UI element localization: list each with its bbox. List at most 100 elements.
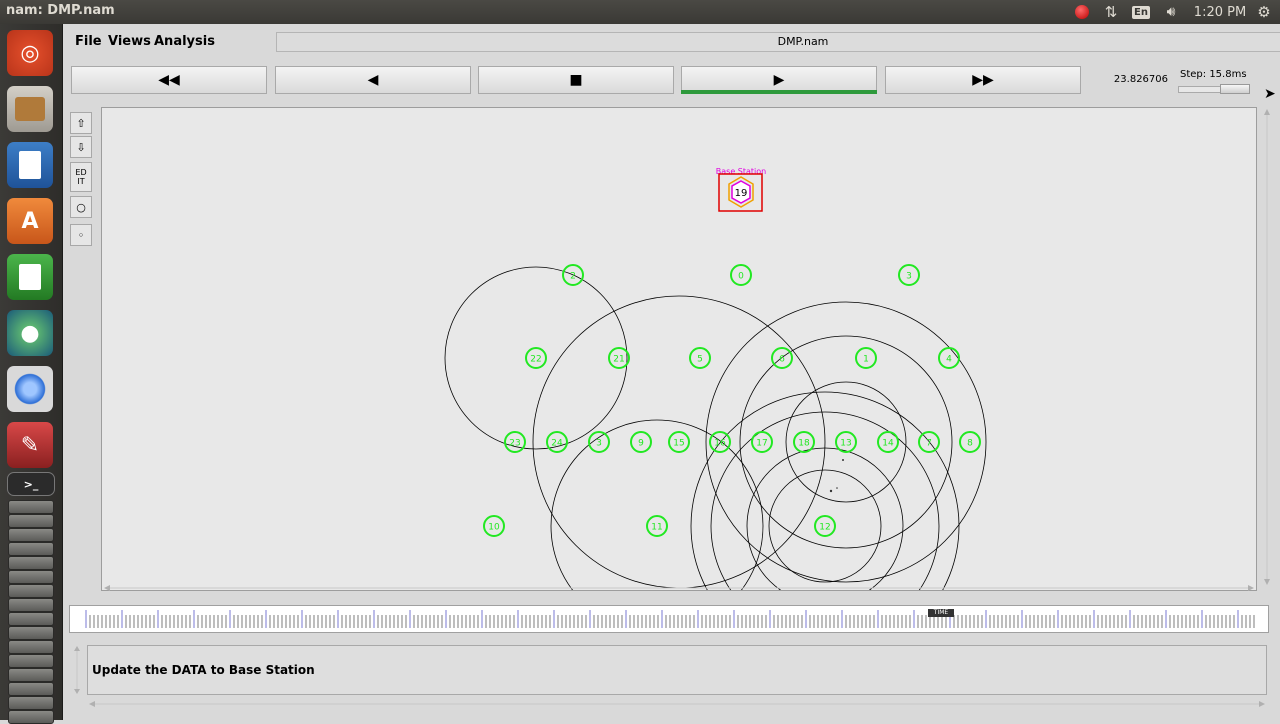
network-node[interactable]: 4 xyxy=(938,347,960,369)
network-node[interactable]: 8 xyxy=(959,431,981,453)
chromium-icon[interactable] xyxy=(7,366,53,412)
network-node[interactable]: 22 xyxy=(525,347,547,369)
clock[interactable]: 1:20 PM xyxy=(1192,0,1248,24)
timeline-marker[interactable]: TIME xyxy=(928,609,954,617)
node-id: 21 xyxy=(613,355,624,365)
network-canvas[interactable]: 2 0 3 22 21 5 6 1 4 23 24 3 9 15 16 17 18 13 14 7 8 10 11 12 Ba… xyxy=(101,107,1257,591)
scroll-left-icon[interactable] xyxy=(89,701,95,707)
node-id: 10 xyxy=(488,523,500,533)
node-id: 0 xyxy=(738,272,744,282)
time-readout: 23.826706 xyxy=(1113,74,1168,85)
annotation-horizontal-scrollbar[interactable] xyxy=(87,699,1267,709)
base-station-node[interactable]: Base Station 19 xyxy=(716,167,766,212)
keyboard-icon[interactable]: En xyxy=(1131,0,1151,24)
network-node[interactable]: 23 xyxy=(504,431,526,453)
ubuntu-dash-icon[interactable]: ◎ xyxy=(7,30,53,76)
launcher-stack-item[interactable] xyxy=(8,654,54,668)
node-id: 17 xyxy=(756,439,767,449)
launcher-stack-item[interactable] xyxy=(8,668,54,682)
scroll-down-icon[interactable] xyxy=(1264,579,1270,585)
launcher-stack-item[interactable] xyxy=(8,612,54,626)
scroll-up-icon[interactable] xyxy=(74,646,80,651)
network-node[interactable]: 16 xyxy=(709,431,731,453)
launcher-stack-item[interactable] xyxy=(8,570,54,584)
network-node[interactable]: 2 xyxy=(562,264,584,286)
network-node[interactable]: 7 xyxy=(918,431,940,453)
terminal-icon[interactable]: >_ xyxy=(7,472,55,496)
network-node[interactable]: 9 xyxy=(630,431,652,453)
top-panel: nam: DMP.nam ⇅ En 🔊︎ 1:20 PM ⚙ xyxy=(0,0,1280,24)
annotation-text[interactable]: Update the DATA to Base Station xyxy=(92,663,315,677)
launcher-stack-item[interactable] xyxy=(8,696,54,710)
small-circle-tool-icon[interactable]: ◦ xyxy=(70,224,92,246)
network-node[interactable]: 0 xyxy=(730,264,752,286)
fast-forward-button[interactable]: ▶▶ xyxy=(885,66,1081,94)
edit-button[interactable]: ED IT xyxy=(70,162,92,192)
step-slider-thumb[interactable] xyxy=(1220,84,1250,94)
scroll-up-icon[interactable] xyxy=(1264,109,1270,115)
launcher-stack-item[interactable] xyxy=(8,528,54,542)
volume-icon[interactable]: 🔊︎ xyxy=(1160,0,1182,24)
transmission-ranges xyxy=(444,266,987,590)
network-node[interactable]: 13 xyxy=(835,431,857,453)
menu-analysis[interactable]: Analysis xyxy=(154,34,215,49)
packet-dot xyxy=(836,487,838,489)
network-node[interactable]: 1 xyxy=(855,347,877,369)
network-node[interactable]: 6 xyxy=(771,347,793,369)
canvas-vertical-scrollbar[interactable] xyxy=(1261,107,1273,587)
network-node[interactable]: 12 xyxy=(814,515,836,537)
menu-file[interactable]: File xyxy=(75,34,102,49)
network-node[interactable]: 14 xyxy=(877,431,899,453)
play-active-indicator xyxy=(681,90,877,94)
launcher-stack-item[interactable] xyxy=(8,542,54,556)
launcher-stack-item[interactable] xyxy=(8,514,54,528)
scroll-down-icon[interactable] xyxy=(74,689,80,694)
launcher-stack-item[interactable] xyxy=(8,640,54,654)
network-node[interactable]: 11 xyxy=(646,515,668,537)
network-node[interactable]: 21 xyxy=(608,347,630,369)
zoom-in-icon[interactable]: ⇧ xyxy=(70,112,92,134)
network-node[interactable]: 10 xyxy=(483,515,505,537)
playback-controls: ◀◀ ◀ ■ ▶ ▶▶ 23.826706 Step: 15.8ms xyxy=(63,58,1280,102)
launcher-stack-item[interactable] xyxy=(8,500,54,514)
zoom-out-icon[interactable]: ⇩ xyxy=(70,136,92,158)
software-center-icon[interactable]: A xyxy=(7,198,53,244)
launcher-stack-item[interactable] xyxy=(8,584,54,598)
file-manager-icon[interactable] xyxy=(7,86,53,132)
scroll-right-icon[interactable] xyxy=(1248,585,1254,591)
range-circle xyxy=(746,447,904,590)
circle-tool-icon[interactable]: ○ xyxy=(70,196,92,218)
writer-icon[interactable] xyxy=(7,142,53,188)
rewind-button[interactable]: ◀◀ xyxy=(71,66,267,94)
packet-dot xyxy=(829,489,833,493)
calc-icon[interactable] xyxy=(7,254,53,300)
media-icon[interactable]: ● xyxy=(7,310,53,356)
launcher-stack-item[interactable] xyxy=(8,682,54,696)
stop-button[interactable]: ■ xyxy=(478,66,674,94)
step-back-button[interactable]: ◀ xyxy=(275,66,471,94)
launcher-stack-item[interactable] xyxy=(8,598,54,612)
filename-display: DMP.nam xyxy=(276,32,1280,52)
launcher-stack-item[interactable] xyxy=(8,710,54,724)
network-node[interactable]: 24 xyxy=(546,431,568,453)
power-icon[interactable]: ⚙ xyxy=(1254,0,1274,24)
network-node[interactable]: 15 xyxy=(668,431,690,453)
tool-strip: ⇧ ⇩ ED IT ○ ◦ xyxy=(70,110,94,250)
network-node[interactable]: 18 xyxy=(793,431,815,453)
network-icon[interactable]: ⇅ xyxy=(1100,0,1122,24)
record-icon[interactable] xyxy=(1072,0,1092,24)
keyboard-layout-label: En xyxy=(1132,5,1150,19)
launcher-stack-item[interactable] xyxy=(8,556,54,570)
canvas-horizontal-scrollbar[interactable] xyxy=(101,583,1257,595)
timeline-slider[interactable]: TIME xyxy=(69,605,1269,633)
annotation-vertical-scrollbar[interactable] xyxy=(72,645,82,695)
scroll-right-icon[interactable] xyxy=(1259,701,1265,707)
network-node[interactable]: 17 xyxy=(751,431,773,453)
settings-icon[interactable]: ✎ xyxy=(7,422,53,468)
menu-views[interactable]: Views xyxy=(108,34,151,49)
scroll-left-icon[interactable] xyxy=(104,585,110,591)
network-node[interactable]: 5 xyxy=(689,347,711,369)
node-id: 11 xyxy=(651,523,662,533)
launcher-stack-item[interactable] xyxy=(8,626,54,640)
network-node[interactable]: 3 xyxy=(898,264,920,286)
